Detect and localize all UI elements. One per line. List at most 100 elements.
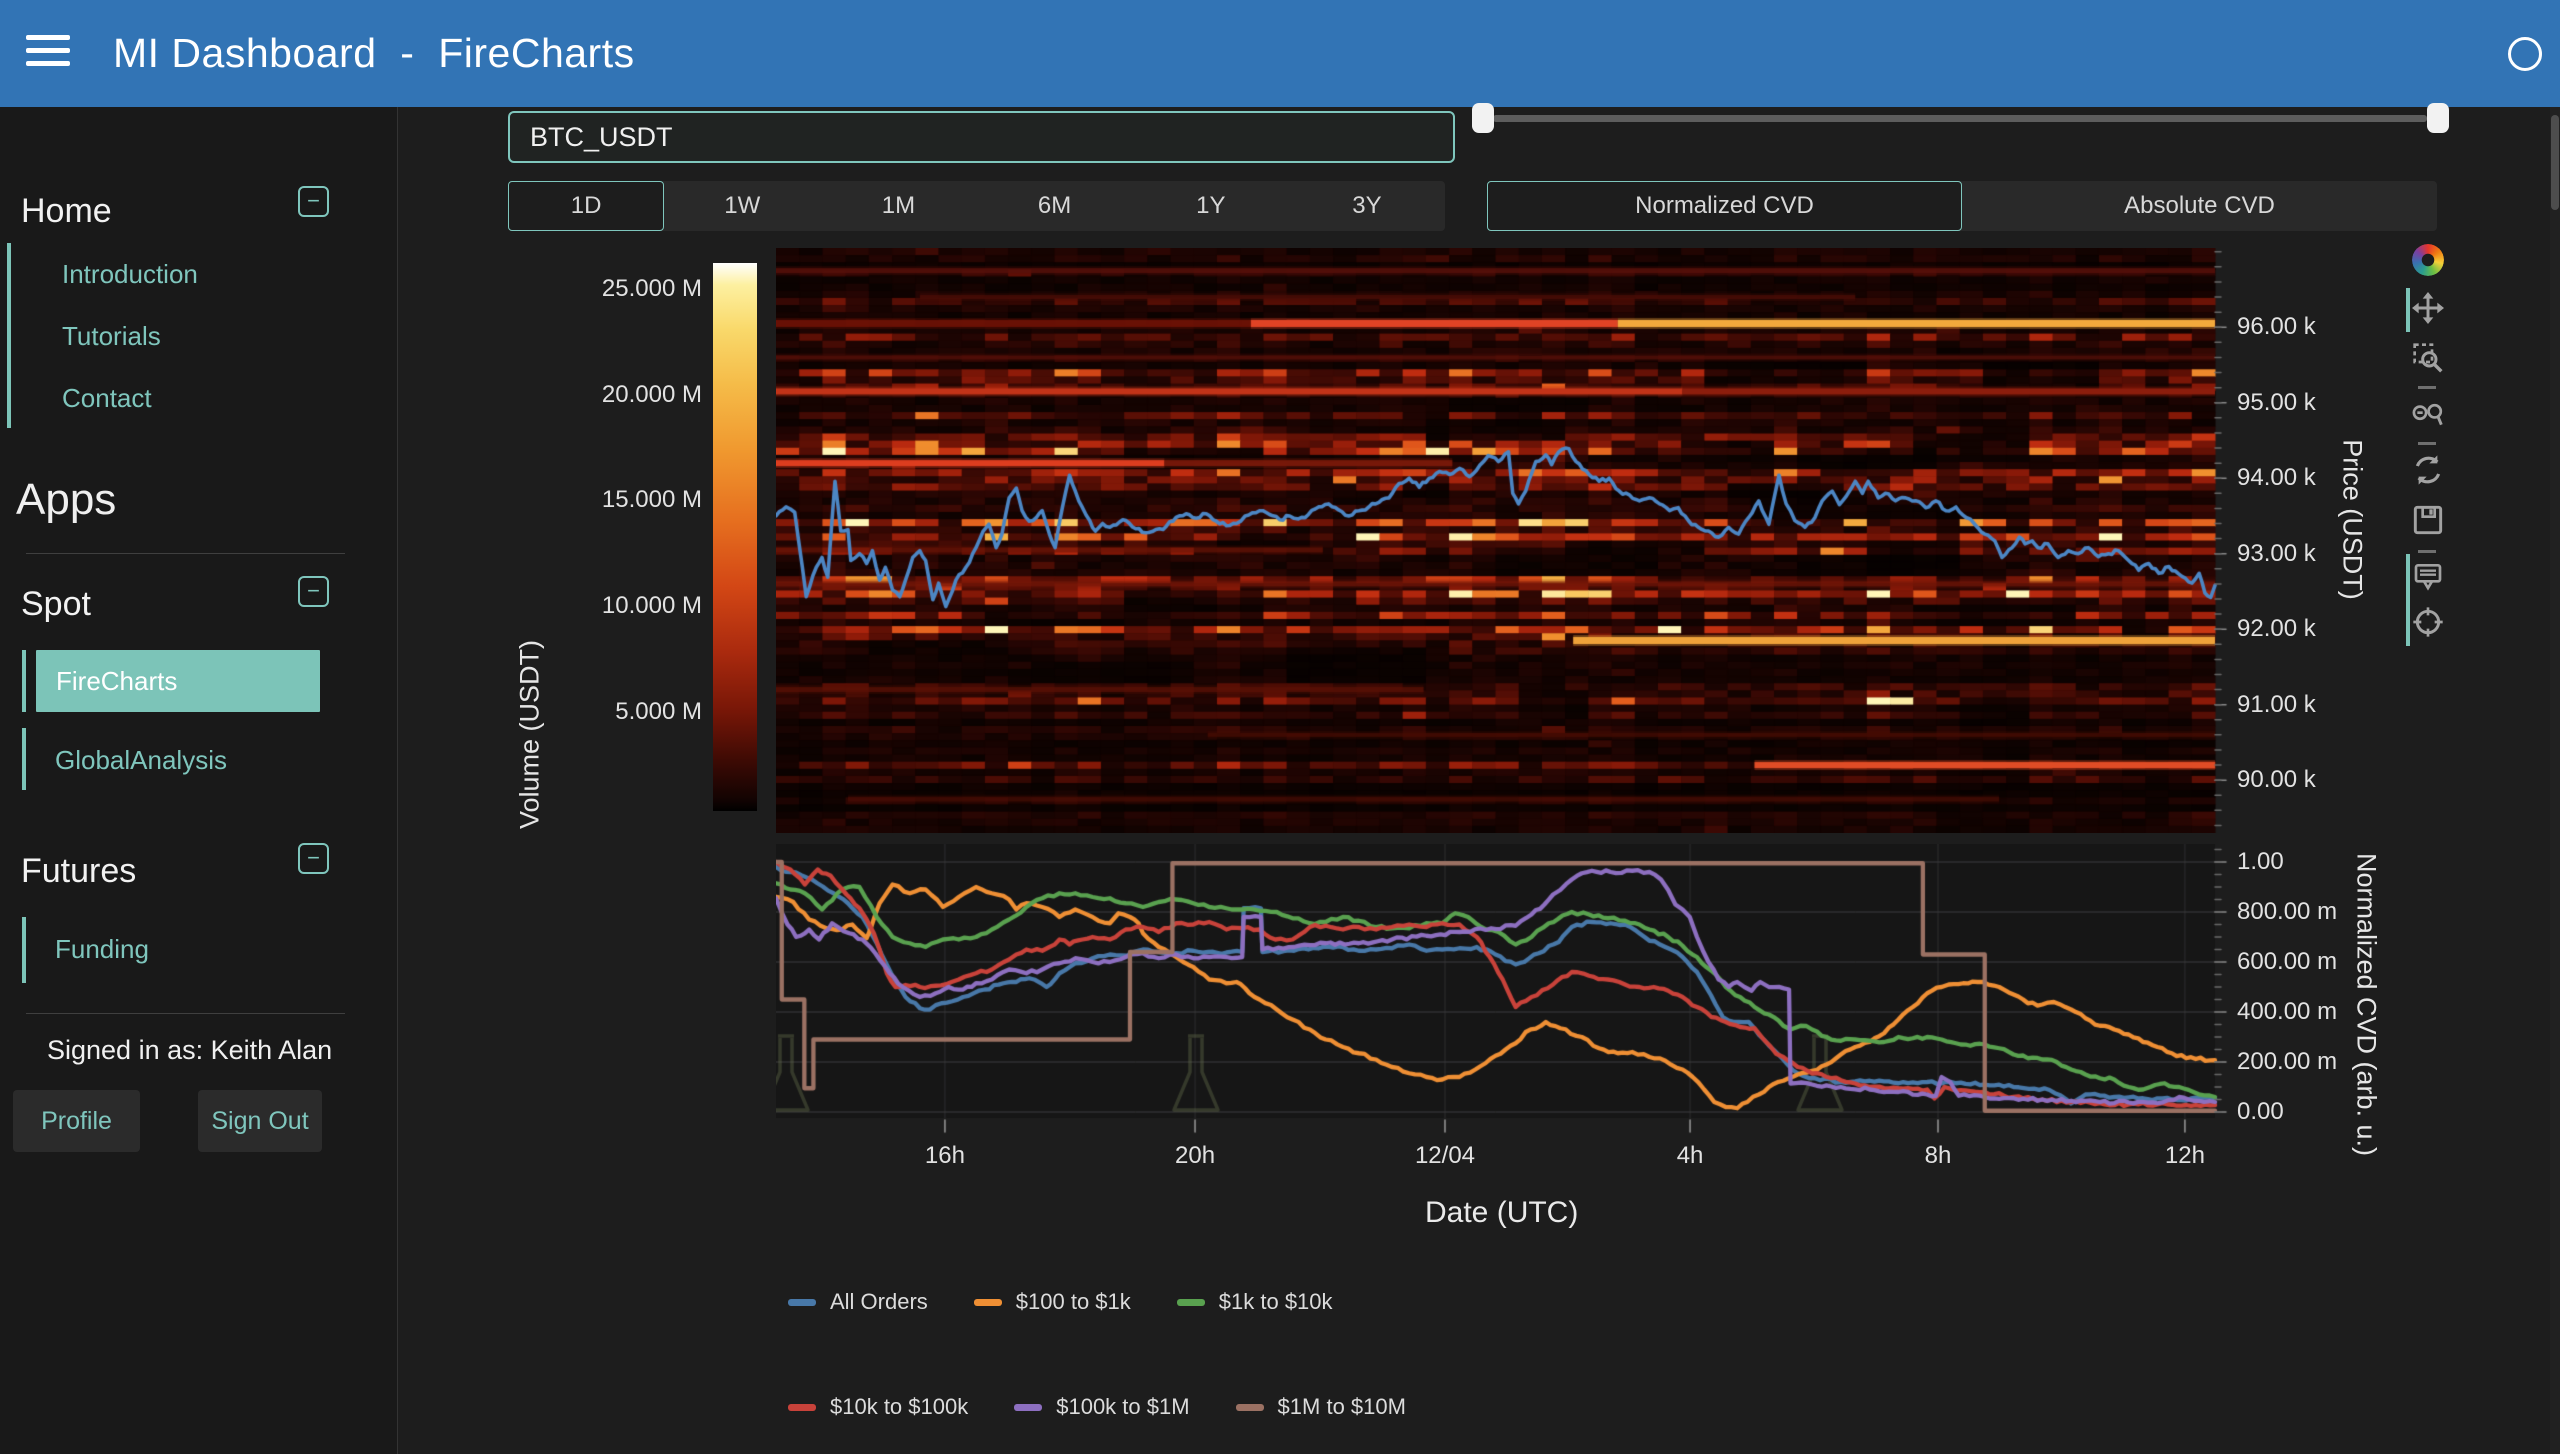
sidebar-item-label: FireCharts — [56, 666, 177, 697]
home-collapse-button[interactable]: − — [298, 186, 329, 217]
hamburger-menu-icon[interactable] — [26, 35, 70, 73]
cvd-axis-title: Normalized CVD (arb. u.) — [2351, 825, 2382, 1185]
price-tick-label: 95.00 k — [2237, 389, 2316, 417]
modebar-separator — [2418, 550, 2436, 553]
sidebar-section-spot: Spot — [21, 585, 91, 624]
volume-colorbar — [713, 263, 757, 811]
cvd-mode-button[interactable]: Absolute CVD — [1962, 181, 2437, 231]
date-range-slider-track[interactable] — [1493, 115, 2427, 122]
cvd-mode-button[interactable]: Normalized CVD — [1487, 181, 1962, 231]
modebar-separator — [2418, 386, 2436, 389]
legend-item[interactable]: All Orders — [788, 1289, 928, 1315]
sidebar-section-apps: Apps — [16, 475, 116, 525]
box-zoom-icon[interactable] — [2412, 342, 2444, 374]
legend-swatch — [974, 1299, 1002, 1306]
legend-item[interactable]: $100 to $1k — [974, 1289, 1131, 1315]
globalanalysis-indicator — [22, 728, 26, 790]
futures-collapse-button[interactable]: − — [298, 843, 329, 874]
annotation-icon[interactable] — [2412, 560, 2444, 592]
slider-handle-left[interactable] — [1472, 103, 1494, 133]
timeframe-button-1w[interactable]: 1W — [664, 181, 820, 231]
chart-legend-row-1: All Orders $100 to $1k $1k to $10k — [788, 1289, 1333, 1315]
symbol-input[interactable] — [508, 111, 1455, 163]
x-tick-label: 20h — [1135, 1142, 1255, 1170]
slider-handle-right[interactable] — [2427, 103, 2449, 133]
price-tick-label: 91.00 k — [2237, 691, 2316, 719]
volume-axis-title: Volume (USDT) — [515, 585, 546, 885]
legend-swatch — [1177, 1299, 1205, 1306]
app-header: MI Dashboard - FireCharts — [0, 0, 2560, 107]
legend-swatch — [1014, 1404, 1042, 1411]
legend-swatch — [788, 1404, 816, 1411]
legend-label: $100 to $1k — [1016, 1289, 1131, 1315]
zoom-in-out-icon[interactable] — [2412, 398, 2444, 430]
cvd-mode-toggle: Normalized CVDAbsolute CVD — [1487, 181, 2437, 231]
cvd-tick-label: 800.00 m — [2237, 898, 2337, 926]
price-tick-label: 93.00 k — [2237, 540, 2316, 568]
sidebar-item-contact[interactable]: Contact — [62, 383, 152, 414]
spot-collapse-button[interactable]: − — [298, 576, 329, 607]
timeframe-button-1m[interactable]: 1M — [820, 181, 976, 231]
timeframe-button-1d[interactable]: 1D — [508, 181, 664, 231]
legend-item[interactable]: $100k to $1M — [1014, 1394, 1189, 1420]
sidebar-section-home: Home — [21, 192, 112, 231]
legend-swatch — [788, 1299, 816, 1306]
crosshair-icon[interactable] — [2412, 606, 2444, 638]
x-axis-title: Date (UTC) — [1425, 1196, 1578, 1230]
reset-axes-icon[interactable] — [2412, 454, 2444, 486]
cvd-tick-label: 1.00 — [2237, 848, 2284, 876]
plotly-logo-icon[interactable] — [2412, 244, 2444, 276]
modebar-separator — [2418, 442, 2436, 445]
sidebar-item-introduction[interactable]: Introduction — [62, 259, 198, 290]
scrollbar-thumb[interactable] — [2551, 115, 2559, 210]
legend-label: All Orders — [830, 1289, 928, 1315]
x-tick-label: 16h — [885, 1142, 1005, 1170]
modebar-active-indicator — [2406, 554, 2410, 646]
profile-button[interactable]: Profile — [13, 1090, 140, 1152]
timeframe-button-3y[interactable]: 3Y — [1289, 181, 1445, 231]
app-root: MI Dashboard - FireCharts Home − Introdu… — [0, 0, 2560, 1454]
volume-heatmap-chart[interactable] — [776, 248, 2232, 833]
timeframe-button-6m[interactable]: 6M — [977, 181, 1133, 231]
sidebar-item-firecharts[interactable]: FireCharts — [36, 650, 320, 712]
sidebar-item-funding[interactable]: Funding — [55, 934, 149, 965]
x-tick-label: 12h — [2125, 1142, 2245, 1170]
legend-label: $1M to $10M — [1278, 1394, 1406, 1420]
timeframe-button-1y[interactable]: 1Y — [1133, 181, 1289, 231]
legend-item[interactable]: $10k to $100k — [788, 1394, 968, 1420]
timeframe-group: 1D1W1M6M1Y3Y — [508, 181, 1445, 231]
price-tick-label: 94.00 k — [2237, 464, 2316, 492]
cvd-tick-label: 200.00 m — [2237, 1048, 2337, 1076]
price-tick-label: 96.00 k — [2237, 313, 2316, 341]
legend-label: $1k to $10k — [1219, 1289, 1333, 1315]
legend-item[interactable]: $1k to $10k — [1177, 1289, 1333, 1315]
app-title: MI Dashboard - FireCharts — [113, 0, 635, 107]
sidebar: Home − Introduction Tutorials Contact Ap… — [0, 107, 398, 1454]
cvd-tick-label: 600.00 m — [2237, 948, 2337, 976]
modebar-active-indicator — [2406, 288, 2410, 332]
cvd-line-chart[interactable] — [776, 844, 2232, 1136]
save-icon[interactable] — [2412, 504, 2444, 536]
pan-icon[interactable] — [2412, 292, 2444, 324]
page-scrollbar[interactable] — [2550, 107, 2560, 1454]
price-axis-title: Price (USDT) — [2337, 370, 2368, 670]
divider — [26, 553, 345, 554]
divider — [26, 1013, 345, 1014]
cvd-tick-label: 400.00 m — [2237, 998, 2337, 1026]
loading-circle-icon — [2508, 37, 2542, 71]
home-group-indicator — [7, 243, 11, 428]
sidebar-item-tutorials[interactable]: Tutorials — [62, 321, 161, 352]
legend-swatch — [1236, 1404, 1264, 1411]
legend-item[interactable]: $1M to $10M — [1236, 1394, 1406, 1420]
x-tick-label: 12/04 — [1385, 1142, 1505, 1170]
x-tick-label: 8h — [1878, 1142, 1998, 1170]
sign-out-button[interactable]: Sign Out — [198, 1090, 322, 1152]
volume-tick-label: 20.000 M — [482, 381, 702, 409]
volume-tick-label: 25.000 M — [482, 275, 702, 303]
sidebar-item-globalanalysis[interactable]: GlobalAnalysis — [55, 745, 227, 776]
chart-legend-row-2: $10k to $100k $100k to $1M $1M to $10M — [788, 1394, 1406, 1420]
signed-in-text: Signed in as: Keith Alan — [47, 1035, 332, 1066]
price-tick-label: 92.00 k — [2237, 615, 2316, 643]
x-tick-label: 4h — [1630, 1142, 1750, 1170]
volume-tick-label: 15.000 M — [482, 486, 702, 514]
